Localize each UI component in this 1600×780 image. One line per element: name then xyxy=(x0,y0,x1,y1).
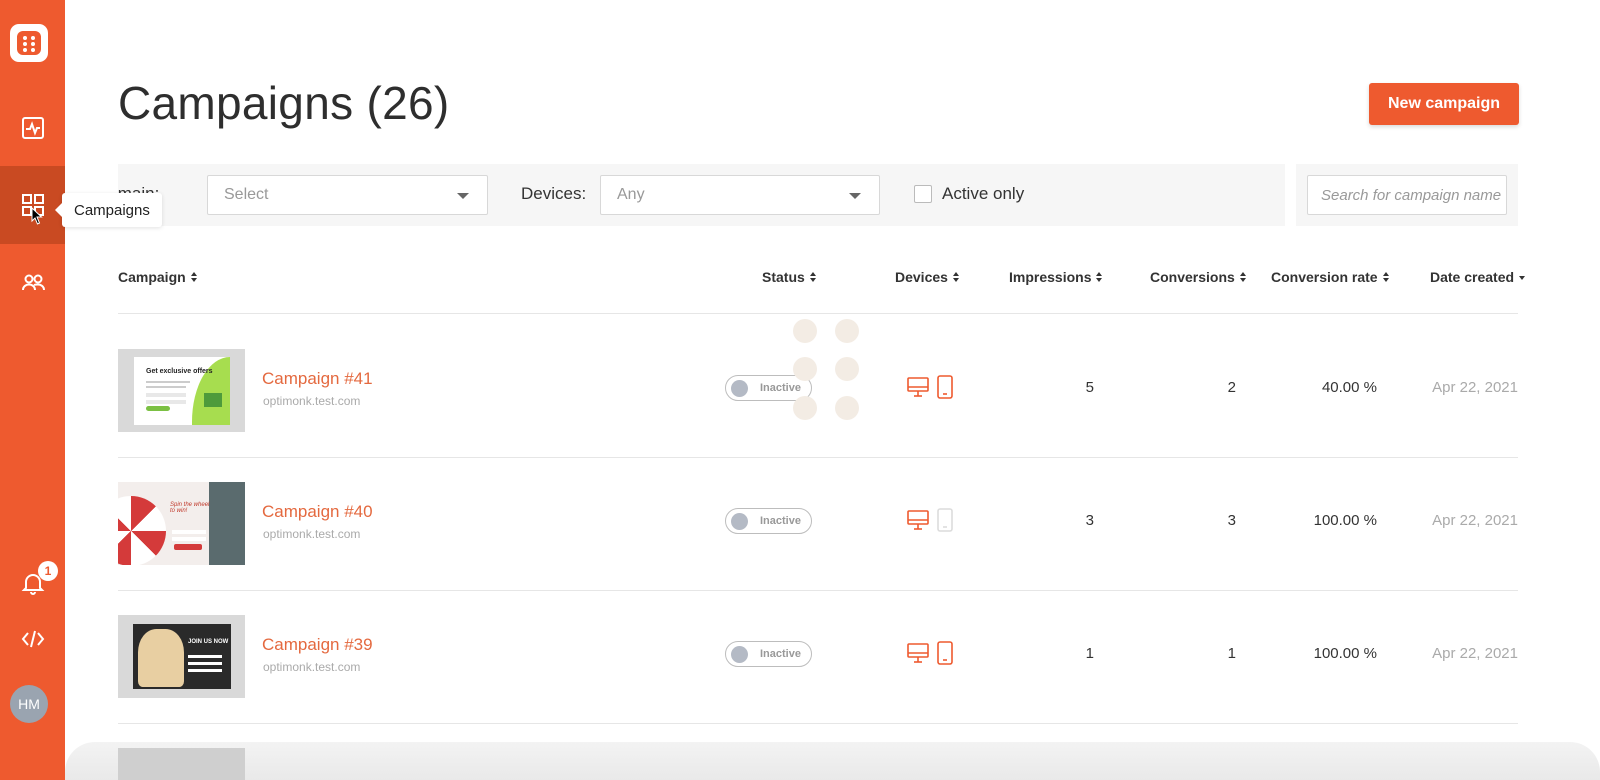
table-row[interactable]: JOIN US NOW Campaign #39 optimonk.test.c… xyxy=(118,579,1518,712)
col-date-created[interactable]: Date created xyxy=(1430,269,1526,285)
logo-dots-icon xyxy=(17,31,41,55)
date-created-value: Apr 22, 2021 xyxy=(1432,512,1518,529)
campaign-thumbnail[interactable]: JOIN US NOW xyxy=(118,615,245,698)
page-title: Campaigns (26) xyxy=(118,77,450,129)
status-toggle[interactable]: Inactive xyxy=(725,508,812,534)
status-label: Inactive xyxy=(760,515,801,527)
sidebar: 1 HM xyxy=(0,0,65,780)
conversion-rate-value: 40.00 % xyxy=(1321,379,1377,396)
conversion-rate-value: 100.00 % xyxy=(1313,645,1377,662)
col-campaign[interactable]: Campaign xyxy=(118,269,198,285)
status-toggle[interactable]: Inactive xyxy=(725,641,812,667)
col-conversions[interactable]: Conversions xyxy=(1150,269,1247,285)
nav-dashboard[interactable] xyxy=(0,96,65,160)
domain-select-value: Select xyxy=(224,186,269,203)
thumb-title: Get exclusive offers xyxy=(146,368,213,375)
sort-icon xyxy=(1096,272,1103,283)
campaign-thumbnail[interactable]: Get exclusive offers xyxy=(118,349,245,432)
sort-desc-icon xyxy=(1519,272,1526,282)
chevron-down-icon xyxy=(849,193,861,199)
campaign-name-link[interactable]: Campaign #40 xyxy=(262,502,373,522)
conversion-rate-value: 100.00 % xyxy=(1313,512,1377,529)
search-input[interactable] xyxy=(1307,175,1507,215)
campaign-name-link[interactable]: Campaign #41 xyxy=(262,369,373,389)
code-icon xyxy=(21,630,44,648)
avatar[interactable]: HM xyxy=(10,685,48,723)
desktop-icon xyxy=(907,510,929,530)
devices-select[interactable]: Any xyxy=(600,175,880,215)
table-row[interactable]: Spin the wheel to win! Campaign #40 opti… xyxy=(118,446,1518,579)
app-logo[interactable] xyxy=(10,24,48,62)
sort-icon xyxy=(190,272,198,283)
toggle-knob xyxy=(731,380,748,397)
toggle-knob xyxy=(731,646,748,663)
col-status[interactable]: Status xyxy=(762,269,817,285)
conversions-value: 1 xyxy=(1227,645,1236,662)
date-created-value: Apr 22, 2021 xyxy=(1432,645,1518,662)
thumb-title: Spin the wheel to win! xyxy=(170,502,210,514)
dashboard-icon xyxy=(21,117,44,139)
mobile-icon xyxy=(937,641,953,665)
col-impressions[interactable]: Impressions xyxy=(1009,269,1103,285)
thumb-title: JOIN US NOW xyxy=(188,639,229,645)
mobile-icon-inactive xyxy=(937,508,953,532)
search-bar xyxy=(1296,164,1518,226)
domain-select[interactable]: Select xyxy=(207,175,488,215)
col-conversion-rate[interactable]: Conversion rate xyxy=(1271,269,1390,285)
campaign-thumbnail-partial xyxy=(118,748,245,780)
chevron-down-icon xyxy=(457,193,469,199)
nav-notifications[interactable] xyxy=(0,551,65,615)
sort-icon xyxy=(1239,272,1247,283)
campaign-domain: optimonk.test.com xyxy=(263,660,361,674)
nav-tooltip: Campaigns xyxy=(55,193,162,227)
toggle-knob xyxy=(731,513,748,530)
bottom-overlay xyxy=(65,742,1600,780)
sort-icon xyxy=(952,272,960,283)
col-devices[interactable]: Devices xyxy=(895,269,960,285)
desktop-icon xyxy=(907,643,929,663)
table-row[interactable]: Get exclusive offers Campaign #41 optimo… xyxy=(118,313,1518,446)
campaign-domain: optimonk.test.com xyxy=(263,527,361,541)
desktop-icon xyxy=(907,377,929,397)
campaign-name-link[interactable]: Campaign #39 xyxy=(262,635,373,655)
nav-code[interactable] xyxy=(0,607,65,671)
new-campaign-button[interactable]: New campaign xyxy=(1369,83,1519,125)
impressions-value: 5 xyxy=(1085,379,1094,396)
active-only-checkbox[interactable] xyxy=(914,185,932,203)
active-only-label: Active only xyxy=(942,184,1025,203)
campaign-thumbnail[interactable]: Spin the wheel to win! xyxy=(118,482,245,565)
filter-bar: Domain: Select Devices: Any Active only xyxy=(96,164,1285,226)
status-label: Inactive xyxy=(760,382,801,394)
impressions-value: 3 xyxy=(1085,512,1094,529)
nav-subscribers[interactable] xyxy=(0,250,65,314)
notification-badge: 1 xyxy=(38,561,58,581)
mobile-icon xyxy=(937,375,953,399)
status-label: Inactive xyxy=(760,648,801,660)
impressions-value: 1 xyxy=(1085,645,1094,662)
sort-icon xyxy=(809,272,817,283)
subscribers-icon xyxy=(21,274,45,291)
sort-icon xyxy=(1382,272,1390,283)
devices-select-value: Any xyxy=(617,186,645,203)
mouse-cursor-icon xyxy=(31,207,43,225)
date-created-value: Apr 22, 2021 xyxy=(1432,379,1518,396)
conversions-value: 3 xyxy=(1227,512,1236,529)
conversions-value: 2 xyxy=(1227,379,1236,396)
campaign-domain: optimonk.test.com xyxy=(263,394,361,408)
divider xyxy=(118,723,1518,724)
devices-filter-label: Devices: xyxy=(521,184,587,203)
